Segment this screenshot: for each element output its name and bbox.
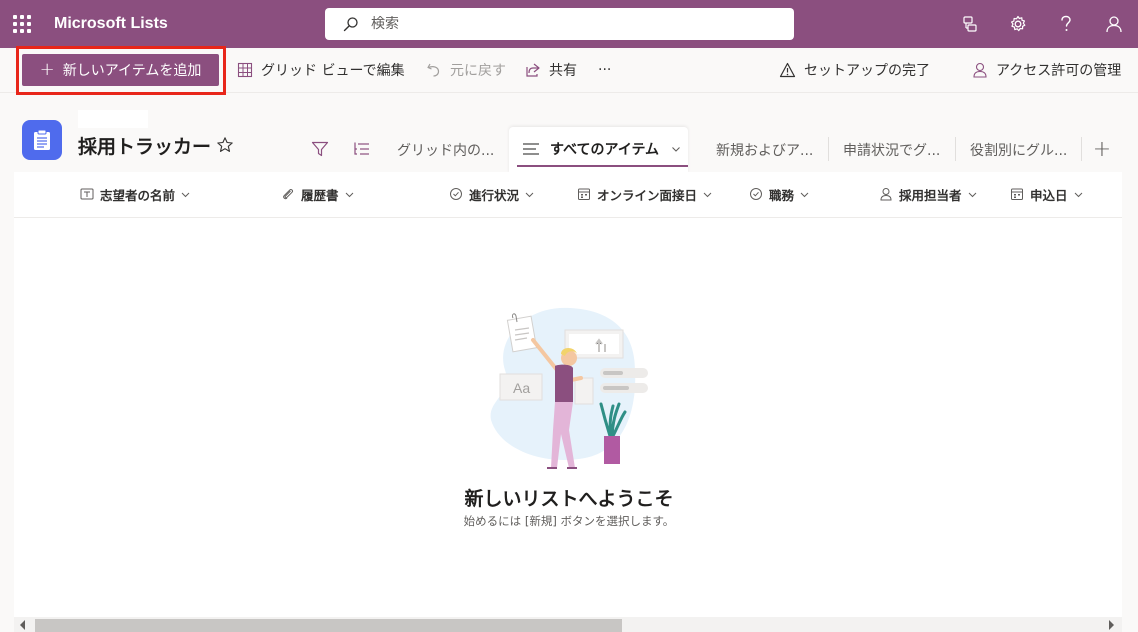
- choice-icon: [750, 188, 762, 200]
- view-options-button[interactable]: [352, 139, 372, 159]
- attachment-icon: [283, 189, 293, 200]
- text-icon: [80, 188, 94, 200]
- tab-divider: [828, 137, 829, 161]
- clipboard-icon: [34, 129, 50, 150]
- column-header-application-date[interactable]: 申込日: [1010, 172, 1083, 216]
- column-label: 申込日: [1030, 187, 1068, 203]
- settings-button[interactable]: [994, 0, 1042, 48]
- chevron-down-icon: [968, 192, 976, 197]
- undo-icon: [427, 63, 440, 77]
- tab-label: 新規およびア...: [716, 143, 814, 159]
- chevron-down-icon: [525, 192, 534, 197]
- people-share-icon: [963, 16, 977, 32]
- column-header-job[interactable]: 職務: [749, 172, 809, 216]
- tab-all-items[interactable]: すべてのアイテム: [522, 137, 681, 161]
- scroll-right-icon[interactable]: [1109, 620, 1114, 630]
- filter-button[interactable]: [310, 139, 330, 159]
- scrollbar-thumb[interactable]: [35, 619, 622, 632]
- column-header-recruiter[interactable]: 採用担当者: [879, 172, 977, 216]
- search-icon: [343, 17, 358, 32]
- more-icon: ···: [598, 62, 612, 78]
- waffle-icon: [13, 15, 31, 33]
- grid-edit-label: グリッド ビューで編集: [261, 63, 405, 79]
- site-name-redacted: [78, 110, 148, 128]
- svg-text:Aa: Aa: [513, 380, 530, 396]
- choice-icon: [450, 188, 462, 200]
- grid-icon: [237, 62, 253, 78]
- column-label: 進行状況: [469, 187, 520, 203]
- tab-divider: [1081, 137, 1082, 161]
- column-header-applicant-name[interactable]: 志望者の名前: [80, 172, 190, 216]
- column-header-divider: [14, 217, 1122, 218]
- tab-label: 役割別にグル...: [970, 143, 1068, 159]
- chevron-down-icon: [181, 192, 190, 197]
- column-header-online-interview-date[interactable]: オンライン面接日: [577, 172, 712, 216]
- chevron-down-icon: [703, 192, 712, 197]
- scroll-left-icon[interactable]: [20, 620, 25, 630]
- help-icon: [1061, 15, 1071, 31]
- person-icon: [880, 188, 892, 201]
- column-header-progress[interactable]: 進行状況: [449, 172, 534, 216]
- calendar-icon: [1011, 188, 1023, 200]
- chevron-down-icon: [1074, 192, 1082, 197]
- feedback-button[interactable]: [946, 0, 994, 48]
- star-icon[interactable]: [216, 136, 234, 154]
- list-title: 採用トラッカー: [78, 136, 212, 158]
- account-button[interactable]: [1090, 0, 1138, 48]
- empty-list-illustration: Aa: [490, 307, 648, 469]
- app-launcher-button[interactable]: [0, 0, 44, 48]
- setup-complete-button[interactable]: セットアップの完了: [779, 58, 930, 82]
- share-icon: [526, 63, 540, 77]
- add-item-label: 新しいアイテムを追加: [62, 63, 202, 79]
- tab-label: 申請状況でグ...: [843, 143, 941, 159]
- grid-edit-button[interactable]: グリッド ビューで編集: [237, 58, 405, 82]
- chevron-down-icon: [345, 192, 353, 197]
- filter-icon: [311, 141, 329, 157]
- list-options-icon: [354, 142, 369, 155]
- manage-access-label: アクセス許可の管理: [996, 63, 1122, 79]
- list-icon: [523, 143, 539, 155]
- empty-state-title: 新しいリストへようこそ: [464, 488, 674, 510]
- chevron-down-icon: [800, 192, 809, 197]
- vertical-scroll-gutter: [1122, 172, 1138, 632]
- empty-state-subtitle: 始めるには [新規] ボタンを選択します。: [463, 514, 675, 528]
- plus-icon: +: [39, 59, 55, 80]
- add-view-button[interactable]: +: [1090, 137, 1114, 162]
- column-label: 履歴書: [301, 187, 339, 203]
- tab-label: すべてのアイテム: [550, 142, 660, 158]
- list-icon: [22, 120, 62, 160]
- add-item-button[interactable]: + 新しいアイテムを追加: [22, 54, 219, 86]
- calendar-icon: [578, 188, 590, 200]
- search-input[interactable]: [371, 16, 794, 32]
- chevron-down-icon: [672, 147, 680, 152]
- search-box[interactable]: [325, 8, 794, 40]
- manage-access-button[interactable]: アクセス許可の管理: [972, 58, 1121, 82]
- column-label: 職務: [769, 187, 795, 203]
- tab-new-and-active[interactable]: 新規およびア...: [716, 130, 813, 170]
- undo-button[interactable]: 元に戻す: [426, 58, 506, 82]
- tab-grid-view[interactable]: グリッド内の...: [397, 130, 494, 170]
- setup-complete-label: セットアップの完了: [804, 63, 930, 79]
- column-header-resume[interactable]: 履歴書: [281, 172, 354, 216]
- undo-label: 元に戻す: [450, 63, 506, 79]
- tab-by-status[interactable]: 申請状況でグ...: [843, 130, 940, 170]
- column-label: 採用担当者: [899, 187, 962, 203]
- more-button[interactable]: ···: [598, 58, 611, 82]
- help-button[interactable]: [1042, 0, 1090, 48]
- tab-label: グリッド内の...: [397, 143, 495, 159]
- share-label: 共有: [549, 63, 577, 79]
- person-icon: [1106, 16, 1122, 33]
- warning-icon: [779, 62, 796, 78]
- column-label: オンライン面接日: [597, 187, 698, 203]
- tab-divider: [955, 137, 956, 161]
- active-tab-indicator: [517, 165, 688, 167]
- gear-icon: [1011, 15, 1026, 32]
- suite-bar: Microsoft Lists: [0, 0, 1138, 48]
- column-label: 志望者の名前: [100, 187, 176, 203]
- share-button[interactable]: 共有: [525, 58, 577, 82]
- tab-by-role[interactable]: 役割別にグル...: [970, 130, 1067, 170]
- person-icon: [973, 62, 987, 78]
- app-name[interactable]: Microsoft Lists: [54, 15, 168, 33]
